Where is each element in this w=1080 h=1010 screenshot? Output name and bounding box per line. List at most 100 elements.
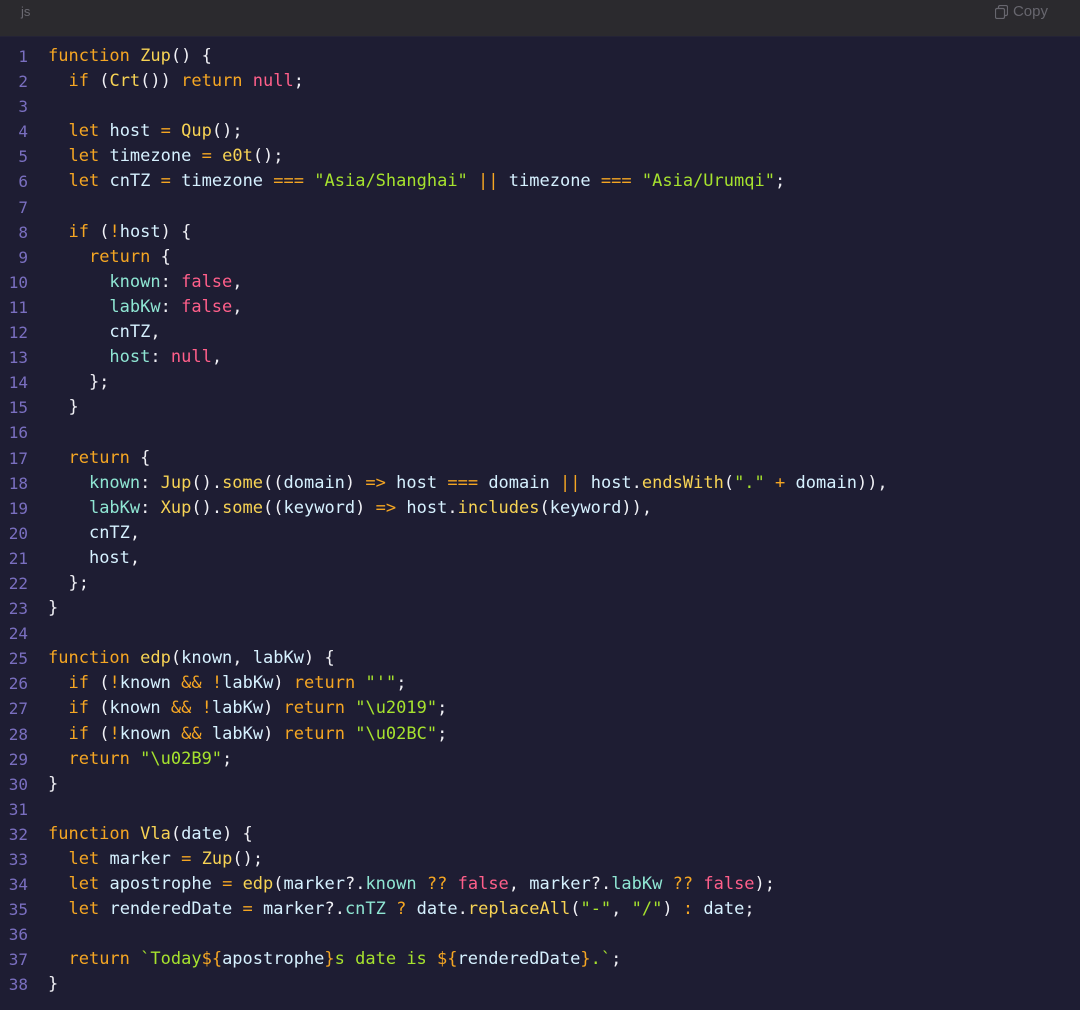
code-token: , <box>232 648 253 669</box>
line-number: 32 <box>8 824 28 844</box>
code-token: ( <box>570 899 581 920</box>
code-token: some <box>222 472 264 493</box>
code-line: 7 <box>0 195 1080 220</box>
code-token: ! <box>109 221 120 242</box>
copy-button[interactable]: Copy <box>994 3 1048 20</box>
code-token: e0t <box>222 146 253 167</box>
code-token: function <box>48 46 130 66</box>
code-token: = <box>181 849 192 869</box>
code-token: )), <box>856 472 888 493</box>
line-source: let marker = Zup(); <box>48 847 263 872</box>
code-token: labKw <box>109 296 161 317</box>
line-source: let renderedDate = marker?.cnTZ ? date.r… <box>48 897 754 922</box>
code-token: } <box>48 974 59 995</box>
line-source: let host = Qup(); <box>48 119 242 144</box>
code-token: return <box>68 748 130 769</box>
code-token: ; <box>437 698 448 719</box>
code-token: ( <box>88 71 110 92</box>
code-token: (). <box>191 472 223 493</box>
code-token: , <box>129 547 141 568</box>
code-token: )), <box>621 497 653 518</box>
code-token: , <box>129 522 141 543</box>
code-line: 14 }; <box>0 370 1080 395</box>
code-token: ${ <box>437 949 458 970</box>
line-source: return { <box>48 245 171 270</box>
code-token: ( <box>723 472 735 493</box>
code-token: ) <box>263 698 284 719</box>
code-token: ${ <box>201 949 223 970</box>
code-token: timezone <box>181 171 264 192</box>
code-token: renderedDate <box>457 949 581 970</box>
code-line: 24 <box>0 621 1080 646</box>
code-token: (); <box>232 849 264 869</box>
code-token: ()) <box>140 71 182 92</box>
code-token: cnTZ <box>344 899 386 920</box>
code-token: .` <box>590 949 612 970</box>
line-source: cnTZ, <box>48 521 140 546</box>
code-token: ! <box>109 673 120 694</box>
code-token: = <box>201 146 212 167</box>
code-token: labKw <box>222 673 274 694</box>
code-token: (). <box>191 497 223 518</box>
code-token: known <box>109 271 161 292</box>
code-line: 20 cnTZ, <box>0 521 1080 546</box>
line-number: 2 <box>18 72 28 92</box>
code-token: ) { <box>303 648 335 669</box>
code-token: = <box>160 171 171 192</box>
code-token: return <box>88 246 151 267</box>
line-source: host, <box>48 546 140 571</box>
code-token: (( <box>263 497 284 518</box>
code-token: = <box>222 874 233 895</box>
code-line: 25 function edp(known, labKw) { <box>0 646 1080 671</box>
code-token: , <box>508 874 530 895</box>
code-token: edp <box>242 874 274 895</box>
code-body[interactable]: 1 function Zup() {2 if (Crt()) return nul… <box>0 44 1080 998</box>
code-token: known <box>119 723 171 744</box>
line-source: if (!host) { <box>48 220 191 245</box>
line-number: 28 <box>8 724 28 744</box>
code-token: "/" <box>631 899 663 920</box>
line-source: function Vla(date) { <box>48 822 253 847</box>
code-token: }; <box>48 572 89 593</box>
code-token: ) <box>273 673 294 694</box>
code-line: 3 <box>0 94 1080 119</box>
code-token: edp <box>140 648 171 669</box>
code-token: replaceAll <box>467 899 571 920</box>
code-token: ( <box>88 673 110 694</box>
copy-label: Copy <box>1012 3 1048 20</box>
code-token: ?? <box>426 874 448 895</box>
code-token: let <box>68 899 100 920</box>
code-token: } <box>580 949 591 970</box>
copy-icon <box>994 4 1008 19</box>
code-token: domain <box>283 472 345 493</box>
code-token: marker <box>109 849 171 869</box>
code-token: Zup <box>201 849 233 869</box>
code-line: 2 if (Crt()) return null; <box>0 69 1080 94</box>
code-token: "." <box>734 472 765 493</box>
